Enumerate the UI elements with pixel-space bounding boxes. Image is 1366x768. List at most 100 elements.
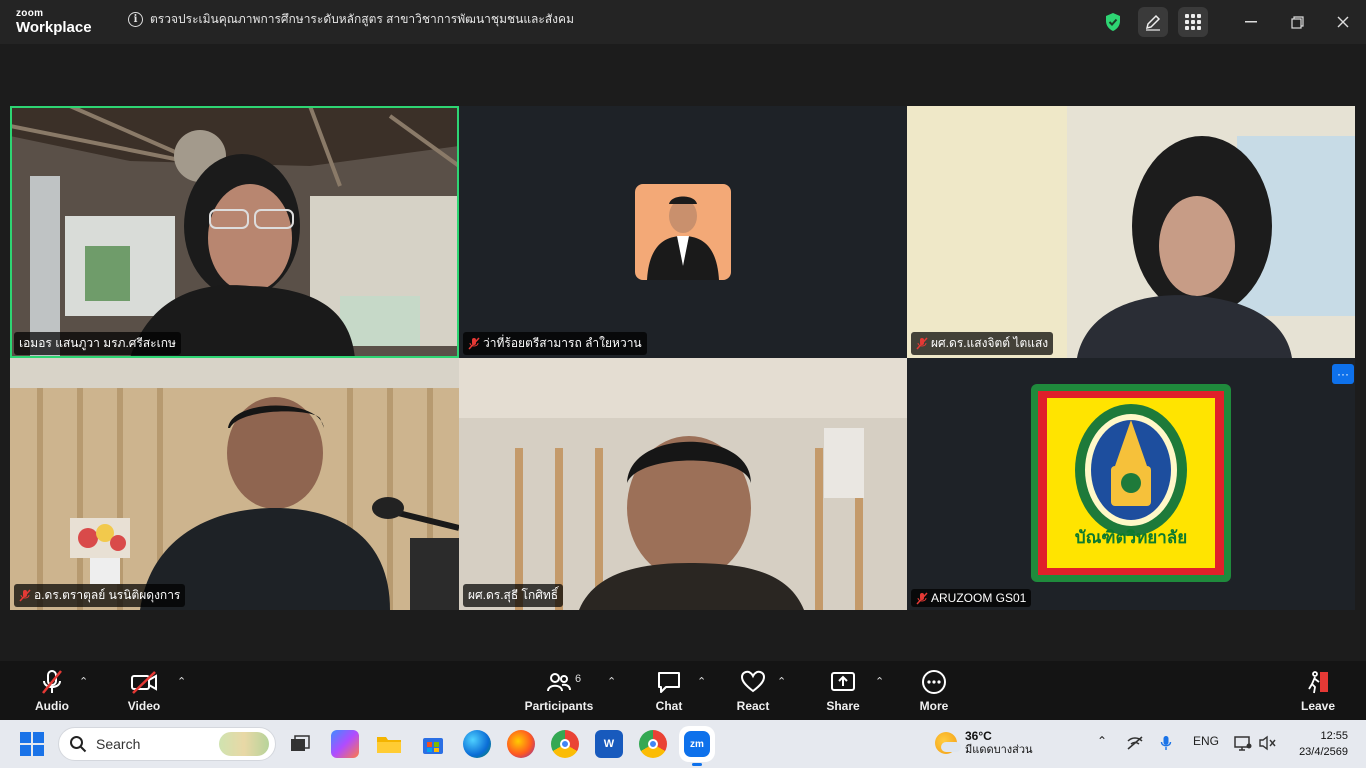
weather-temperature: 36°C bbox=[965, 729, 992, 743]
microsoft-store-icon[interactable] bbox=[419, 730, 447, 758]
apps-grid-icon[interactable] bbox=[1178, 7, 1208, 37]
microphone-in-use-icon[interactable] bbox=[1160, 735, 1172, 754]
chat-options-caret[interactable]: ⌃ bbox=[697, 675, 706, 688]
encryption-shield-icon[interactable] bbox=[1098, 7, 1128, 37]
participant-tile-1[interactable]: เอมอร แสนภูวา มรภ.ศรีสะเกษ bbox=[10, 106, 459, 358]
muted-mic-icon bbox=[19, 589, 31, 602]
participant-tile-3[interactable]: ผศ.ดร.แสงจิตต์ ไตแสง bbox=[907, 106, 1355, 358]
share-screen-icon bbox=[831, 672, 855, 691]
more-button[interactable]: More bbox=[894, 669, 974, 713]
display-icon[interactable] bbox=[1234, 735, 1252, 754]
meeting-info[interactable]: i ตรวจประเมินคุณภาพการศึกษาระดับหลักสูตร… bbox=[128, 10, 574, 29]
task-view-icon[interactable] bbox=[286, 730, 314, 758]
profile-avatar bbox=[635, 184, 731, 280]
muted-mic-icon bbox=[916, 591, 928, 605]
participant-tile-5[interactable]: ผศ.ดร.สุธี โกศิทธิ์ bbox=[459, 358, 907, 610]
title-bar-actions bbox=[1088, 0, 1366, 44]
title-bar: zoom Workplace i ตรวจประเมินคุณภาพการศึก… bbox=[0, 0, 1366, 44]
restore-button[interactable] bbox=[1274, 0, 1320, 44]
participant-name-label: ARUZOOM GS01 bbox=[911, 589, 1032, 607]
chrome-icon[interactable] bbox=[551, 730, 579, 758]
windows-taskbar: Search W zm 36°C มีแดดบางส่วน ⌃ ENG 12:5… bbox=[0, 720, 1366, 768]
muted-mic-icon bbox=[468, 337, 480, 350]
logo-banner-text: บัณฑิตวิทยาลัย bbox=[1074, 528, 1188, 548]
participant-name-label: เอมอร แสนภูวา มรภ.ศรีสะเกษ bbox=[14, 332, 181, 355]
meeting-title: ตรวจประเมินคุณภาพการศึกษาระดับหลักสูตร ส… bbox=[150, 12, 574, 26]
participant-name: ผศ.ดร.แสงจิตต์ ไตแสง bbox=[931, 336, 1049, 350]
system-clock[interactable]: 12:55 23/4/2569 bbox=[1299, 728, 1348, 760]
participants-label: Participants bbox=[524, 699, 594, 713]
search-highlight-graphic bbox=[219, 732, 269, 756]
university-logo-avatar bbox=[1031, 384, 1231, 582]
close-button[interactable] bbox=[1320, 0, 1366, 44]
leave-button[interactable]: Leave bbox=[1278, 669, 1358, 713]
firefox-icon[interactable] bbox=[507, 730, 535, 758]
meeting-controls: Audio ⌃ Video ⌃ Participants 6 ⌃ Chat ⌃ … bbox=[0, 661, 1366, 720]
participant-name-label: ผศ.ดร.สุธี โกศิทธิ์ bbox=[463, 584, 564, 607]
video-feed bbox=[10, 358, 459, 610]
video-feed bbox=[459, 358, 907, 610]
chrome-profile-icon[interactable] bbox=[639, 730, 667, 758]
react-label: React bbox=[736, 699, 770, 713]
participant-name-label: ผศ.ดร.แสงจิตต์ ไตแสง bbox=[911, 332, 1054, 355]
edge-browser-icon[interactable] bbox=[463, 730, 491, 758]
logo-line2: Workplace bbox=[16, 19, 92, 36]
share-options-caret[interactable]: ⌃ bbox=[875, 675, 884, 688]
clock-date: 23/4/2569 bbox=[1299, 746, 1348, 758]
tray-overflow-chevron-icon[interactable]: ⌃ bbox=[1097, 734, 1107, 748]
heart-icon bbox=[740, 670, 766, 693]
chat-label: Chat bbox=[655, 699, 683, 713]
muted-mic-icon bbox=[42, 670, 62, 694]
windows-start-icon[interactable] bbox=[20, 732, 44, 761]
zoom-app-icon[interactable]: zm bbox=[683, 730, 711, 766]
taskbar-search-box[interactable]: Search bbox=[58, 727, 276, 761]
weather-widget[interactable]: 36°C มีแดดบางส่วน bbox=[935, 729, 1033, 757]
word-icon[interactable]: W bbox=[595, 730, 623, 758]
partly-sunny-icon bbox=[935, 732, 961, 754]
participant-name: เอมอร แสนภูวา มรภ.ศรีสะเกษ bbox=[19, 336, 176, 350]
participant-name: ARUZOOM GS01 bbox=[931, 591, 1027, 605]
participant-tile-2[interactable]: ว่าที่ร้อยตรีสามารถ ลำใยหวาน bbox=[459, 106, 907, 358]
network-offline-icon[interactable] bbox=[1126, 736, 1144, 753]
video-gallery: เอมอร แสนภูวา มรภ.ศรีสะเกษ ว่าที่ร้อยตรี… bbox=[0, 44, 1366, 661]
muted-mic-icon bbox=[916, 337, 928, 350]
speaker-muted-icon[interactable] bbox=[1258, 735, 1276, 754]
zoom-workplace-logo: zoom Workplace bbox=[16, 8, 92, 36]
chat-bubble-icon bbox=[658, 672, 680, 693]
react-options-caret[interactable]: ⌃ bbox=[777, 675, 786, 688]
annotate-pen-icon[interactable] bbox=[1138, 7, 1168, 37]
share-label: Share bbox=[826, 699, 860, 713]
weather-description: มีแดดบางส่วน bbox=[965, 744, 1033, 756]
share-button[interactable]: Share bbox=[803, 669, 883, 713]
file-explorer-icon[interactable] bbox=[375, 730, 403, 758]
participant-name-label: อ.ดร.ตราตุลย์ นรนิติผดุงการ bbox=[14, 584, 186, 607]
participant-tile-4[interactable]: อ.ดร.ตราตุลย์ นรนิติผดุงการ bbox=[10, 358, 459, 610]
video-off-icon bbox=[131, 671, 157, 694]
more-dots-icon bbox=[922, 670, 946, 694]
search-icon bbox=[70, 736, 87, 753]
copilot-icon[interactable] bbox=[331, 730, 359, 758]
participant-tile-6[interactable]: บัณฑิตวิทยาลัย ARUZOOM GS01 bbox=[907, 358, 1355, 610]
participants-count: 6 bbox=[575, 673, 582, 685]
leave-label: Leave bbox=[1300, 699, 1336, 713]
more-label: More bbox=[919, 699, 949, 713]
video-label: Video bbox=[127, 699, 161, 713]
video-button[interactable]: Video bbox=[104, 669, 184, 713]
participant-name: ว่าที่ร้อยตรีสามารถ ลำใยหวาน bbox=[483, 336, 642, 350]
video-feed bbox=[10, 106, 459, 358]
minimize-button[interactable] bbox=[1228, 0, 1274, 44]
audio-options-caret[interactable]: ⌃ bbox=[79, 675, 88, 688]
participant-name: อ.ดร.ตราตุลย์ นรนิติผดุงการ bbox=[34, 588, 181, 602]
tile-more-options-button[interactable]: ··· bbox=[1332, 364, 1354, 384]
audio-label: Audio bbox=[35, 699, 69, 713]
input-language[interactable]: ENG bbox=[1193, 734, 1219, 748]
leave-door-icon bbox=[1308, 671, 1328, 694]
video-feed bbox=[907, 106, 1355, 358]
logo-line1: zoom bbox=[16, 8, 44, 19]
clock-time: 12:55 bbox=[1320, 730, 1348, 742]
search-placeholder: Search bbox=[96, 736, 141, 752]
info-icon[interactable]: i bbox=[128, 12, 143, 27]
video-options-caret[interactable]: ⌃ bbox=[177, 675, 186, 688]
participants-options-caret[interactable]: ⌃ bbox=[607, 675, 616, 688]
participants-button[interactable]: Participants bbox=[519, 669, 599, 713]
